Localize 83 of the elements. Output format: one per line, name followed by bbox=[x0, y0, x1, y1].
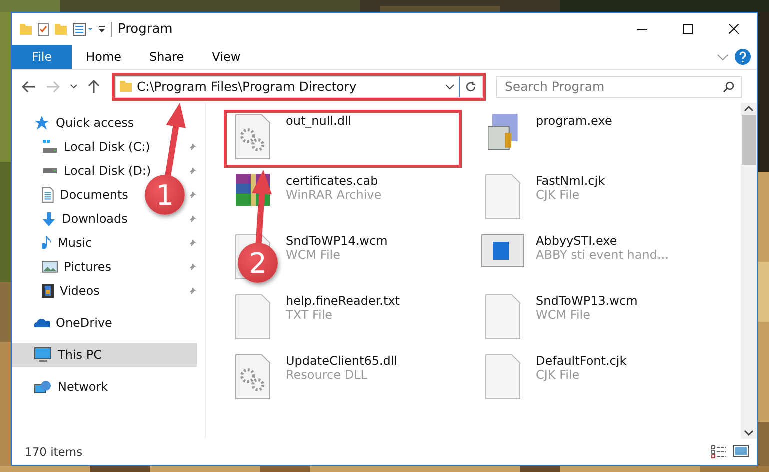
file-name[interactable]: AbbyySTI.exe bbox=[536, 234, 669, 248]
file-icon bbox=[485, 174, 521, 220]
cloud-icon bbox=[34, 318, 50, 328]
file-icon bbox=[235, 294, 271, 340]
refresh-icon bbox=[465, 80, 477, 92]
file-name[interactable]: out_null.dll bbox=[286, 114, 352, 128]
properties-icon[interactable] bbox=[73, 22, 93, 36]
file-type: CJK File bbox=[536, 368, 581, 382]
checklist-icon[interactable] bbox=[38, 22, 49, 36]
pin-icon[interactable] bbox=[188, 166, 197, 176]
sidebar-item[interactable]: Documents bbox=[12, 183, 132, 207]
file-icon bbox=[485, 354, 521, 400]
star-icon bbox=[34, 115, 50, 131]
window-title: Program bbox=[111, 22, 173, 36]
file-name[interactable]: SndToWP13.wcm bbox=[536, 294, 638, 308]
monitor-icon bbox=[34, 347, 52, 363]
file-type: WCM File bbox=[286, 248, 342, 262]
sidebar-item[interactable]: This PC bbox=[12, 343, 197, 367]
minimize-icon bbox=[637, 28, 647, 30]
sidebar-item[interactable]: Downloads bbox=[12, 207, 132, 231]
file-icon bbox=[485, 294, 521, 340]
pin-icon[interactable] bbox=[188, 238, 197, 248]
large-icons-view-icon[interactable] bbox=[733, 445, 749, 457]
details-view-icon[interactable] bbox=[711, 445, 727, 459]
file-type: WCM File bbox=[536, 308, 592, 322]
pin-icon[interactable] bbox=[188, 286, 197, 296]
music-note-icon bbox=[42, 236, 52, 250]
forward-arrow-icon bbox=[46, 80, 60, 92]
ribbon-tab[interactable]: View bbox=[198, 45, 255, 69]
installer-icon bbox=[488, 114, 518, 150]
up-arrow-icon bbox=[88, 80, 100, 94]
gear-file-icon bbox=[235, 114, 271, 160]
sidebar-item[interactable]: Quick access bbox=[12, 111, 197, 135]
ribbon-tab[interactable]: Home bbox=[72, 45, 136, 69]
dropdown-caret-icon[interactable] bbox=[445, 84, 455, 90]
ribbon-tab[interactable]: Share bbox=[136, 45, 198, 69]
sidebar-item[interactable]: Videos bbox=[12, 279, 104, 303]
file-type: CJK File bbox=[536, 188, 581, 202]
item-count: 170 items bbox=[25, 445, 83, 459]
file-name[interactable]: SndToWP14.wcm bbox=[286, 234, 388, 248]
pin-icon[interactable] bbox=[188, 262, 197, 272]
drive-icon bbox=[42, 140, 58, 154]
address-bar[interactable]: C:\Program Files\Program Directory bbox=[115, 76, 459, 98]
sidebar-item[interactable]: Network bbox=[12, 375, 197, 399]
file-type: ABBY sti event hand... bbox=[536, 248, 669, 262]
file-type: WinRAR Archive bbox=[286, 188, 382, 202]
expand-ribbon-icon[interactable] bbox=[717, 54, 729, 60]
refresh-button[interactable] bbox=[459, 76, 483, 98]
file-name[interactable]: help.fineReader.txt bbox=[286, 294, 400, 308]
pin-icon[interactable] bbox=[188, 142, 197, 152]
file-type: TXT File bbox=[286, 308, 334, 322]
caret-icon bbox=[70, 84, 78, 89]
download-icon bbox=[42, 212, 56, 226]
pin-icon[interactable] bbox=[188, 190, 197, 200]
file-name[interactable]: FastNmI.cjk bbox=[536, 174, 606, 188]
search-icon[interactable] bbox=[723, 80, 735, 92]
close-icon bbox=[729, 24, 739, 34]
film-icon bbox=[42, 284, 54, 298]
back-arrow-icon bbox=[22, 80, 36, 92]
pin-icon[interactable] bbox=[188, 214, 197, 224]
customize-caret-icon[interactable] bbox=[99, 26, 105, 32]
file-name[interactable]: DefaultFont.cjk bbox=[536, 354, 627, 368]
document-icon bbox=[42, 187, 54, 203]
window-icon bbox=[481, 234, 525, 268]
folder-icon bbox=[120, 81, 132, 92]
scrollbar[interactable] bbox=[741, 103, 757, 439]
network-icon bbox=[34, 380, 52, 394]
file-name[interactable]: program.exe bbox=[536, 114, 612, 128]
gear-file-icon bbox=[235, 354, 271, 400]
sidebar-item[interactable]: Local Disk (C:) bbox=[12, 135, 154, 159]
sidebar-item[interactable]: Pictures bbox=[12, 255, 116, 279]
landscape-icon bbox=[42, 261, 58, 273]
file-type: Resource DLL bbox=[286, 368, 368, 382]
scroll-thumb[interactable] bbox=[742, 115, 756, 165]
file-name[interactable]: UpdateClient65.dll bbox=[286, 354, 398, 368]
sidebar-item[interactable]: Music bbox=[12, 231, 96, 255]
maximize-icon bbox=[683, 24, 693, 34]
file-menu-tab[interactable]: File bbox=[12, 45, 72, 69]
help-icon[interactable] bbox=[735, 49, 751, 65]
search-field[interactable]: Search Program bbox=[496, 76, 742, 98]
drive-icon bbox=[42, 168, 58, 174]
file-name[interactable]: certificates.cab bbox=[286, 174, 382, 188]
sidebar-item[interactable]: OneDrive bbox=[12, 311, 197, 335]
